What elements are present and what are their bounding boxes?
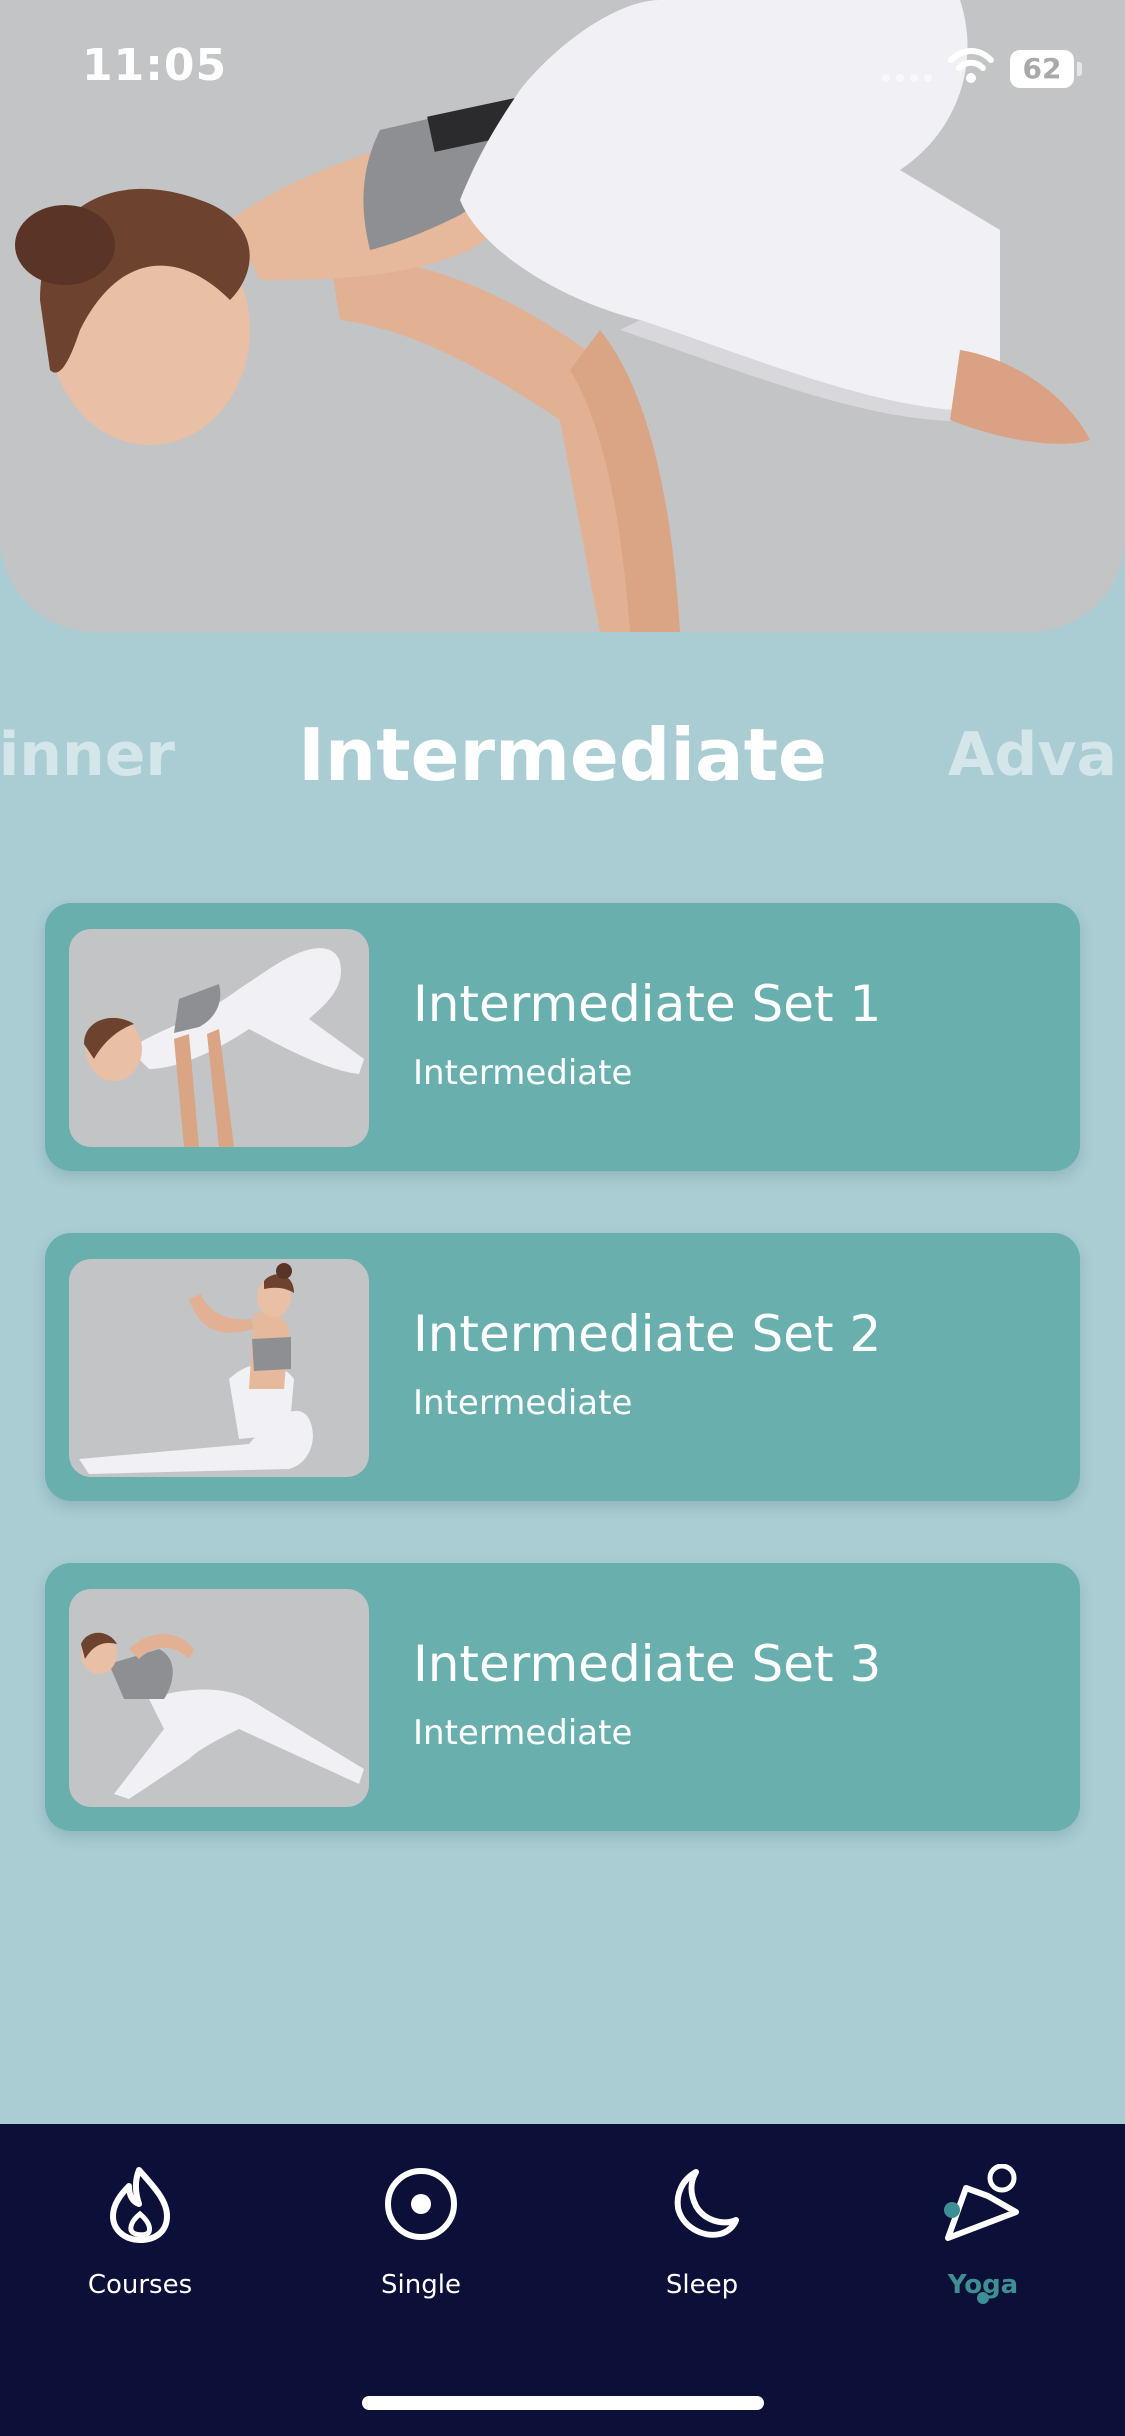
level-carousel[interactable]: inner Intermediate Adva <box>0 700 1125 810</box>
set-title: Intermediate Set 1 <box>413 975 882 1033</box>
yoga-screen: 11:05 62 inner Intermediate Adva Interme… <box>0 0 1125 2436</box>
tab-sleep[interactable]: Sleep <box>592 2164 812 2364</box>
level-next[interactable]: Adva <box>948 700 1117 810</box>
lunge-twist-thumbnail <box>81 1632 364 1799</box>
crow-pose-thumbnail <box>84 948 364 1147</box>
status-time: 11:05 <box>82 40 228 91</box>
target-circle-icon <box>385 2168 457 2240</box>
set-thumbnail <box>69 1589 369 1807</box>
tab-bar: Courses Single Sleep Yoga <box>0 2124 1125 2436</box>
status-bar: 11:05 62 <box>0 0 1125 140</box>
set-level: Intermediate <box>413 1383 633 1423</box>
tab-courses[interactable]: Courses <box>30 2164 250 2364</box>
tab-label: Single <box>381 2270 461 2300</box>
set-list: Intermediate Set 1 Intermediate Intermed… <box>45 903 1080 1893</box>
set-thumbnail <box>69 929 369 1147</box>
tab-label: Courses <box>87 2270 193 2300</box>
tab-yoga[interactable]: Yoga <box>873 2164 1093 2364</box>
set-card-2[interactable]: Intermediate Set 2 Intermediate <box>45 1233 1080 1501</box>
flame-icon <box>110 2167 170 2243</box>
active-indicator-dot <box>977 2292 989 2304</box>
wifi-icon <box>948 48 994 83</box>
battery-icon: 62 <box>1010 50 1074 88</box>
battery-tip <box>1077 62 1082 76</box>
set-card-3[interactable]: Intermediate Set 3 Intermediate <box>45 1563 1080 1831</box>
signal-icon <box>882 74 932 82</box>
set-level: Intermediate <box>413 1053 633 1093</box>
tab-single[interactable]: Single <box>311 2164 531 2364</box>
yoga-pose-icon <box>944 2164 1019 2241</box>
set-level: Intermediate <box>413 1713 633 1753</box>
home-indicator[interactable] <box>362 2396 764 2410</box>
set-title: Intermediate Set 3 <box>413 1635 882 1693</box>
set-card-1[interactable]: Intermediate Set 1 Intermediate <box>45 903 1080 1171</box>
seated-twist-thumbnail <box>79 1263 313 1474</box>
set-title: Intermediate Set 2 <box>413 1305 882 1363</box>
tab-label: Sleep <box>665 2270 739 2300</box>
set-thumbnail <box>69 1259 369 1477</box>
moon-icon <box>674 2169 739 2238</box>
